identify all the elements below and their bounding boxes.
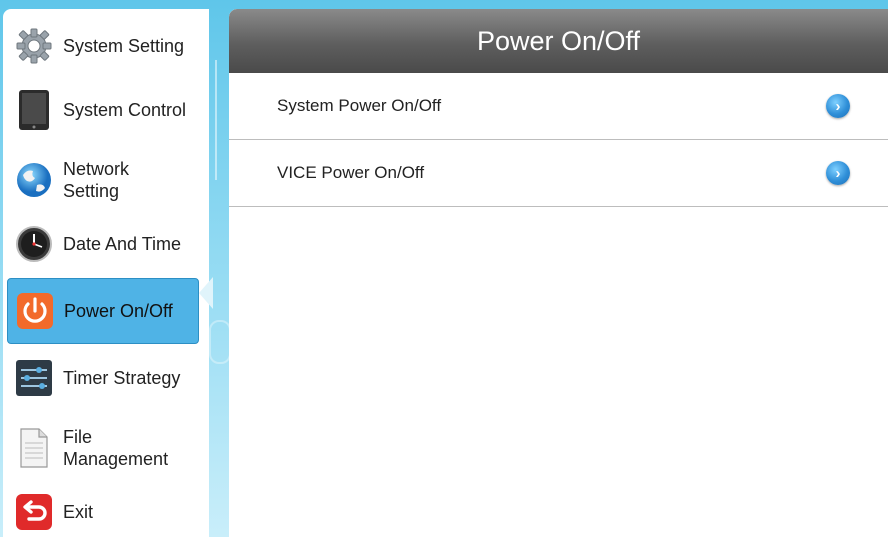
sidebar-item-label: Timer Strategy	[63, 368, 181, 388]
sidebar-item-date-and-time[interactable]: Date And Time	[7, 221, 199, 267]
sidebar-item-file-management[interactable]: File Management	[7, 421, 199, 475]
sidebar-item-system-setting[interactable]: System Setting	[7, 23, 199, 69]
menu-row-label: VICE Power On/Off	[277, 163, 425, 182]
exit-icon	[13, 491, 55, 533]
power-icon	[14, 290, 56, 332]
page-title: Power On/Off	[476, 25, 641, 56]
content-panel: Power On/Off System Power On/Off › VICE …	[229, 9, 888, 537]
sidebar-item-system-control[interactable]: System Control	[7, 87, 199, 133]
document-icon	[13, 427, 55, 469]
menu-row-system-power[interactable]: System Power On/Off ›	[229, 73, 888, 140]
sidebar-item-label: System Setting	[63, 36, 185, 56]
tablet-icon	[13, 89, 55, 131]
clock-icon	[13, 223, 55, 265]
sidebar-item-label: System Control	[63, 100, 187, 120]
globe-icon	[13, 159, 55, 201]
menu-row-vice-power[interactable]: VICE Power On/Off ›	[229, 140, 888, 207]
chevron-right-icon[interactable]: ›	[826, 161, 850, 185]
chevron-right-icon[interactable]: ›	[826, 94, 850, 118]
sidebar-item-power-on-off[interactable]: Power On/Off	[7, 278, 199, 344]
panel-header: Power On/Off	[229, 9, 888, 73]
selection-pointer	[199, 277, 213, 309]
sidebar-item-timer-strategy[interactable]: Timer Strategy	[7, 355, 199, 401]
sidebar-item-label: Date And Time	[63, 234, 182, 254]
sidebar-item-label: File Management	[63, 427, 169, 469]
gear-icon	[13, 25, 55, 67]
sidebar-item-network-setting[interactable]: Network Setting	[7, 153, 199, 207]
sidebar-item-exit[interactable]: Exit	[7, 490, 199, 534]
sidebar-item-label: Power On/Off	[64, 301, 173, 321]
sidebar-item-label: Exit	[63, 502, 94, 522]
sidebar-item-label: Network Setting	[63, 159, 130, 201]
sliders-icon	[13, 357, 55, 399]
sidebar: System Setting System Control Network Se…	[3, 9, 209, 537]
menu-row-label: System Power On/Off	[277, 96, 442, 115]
